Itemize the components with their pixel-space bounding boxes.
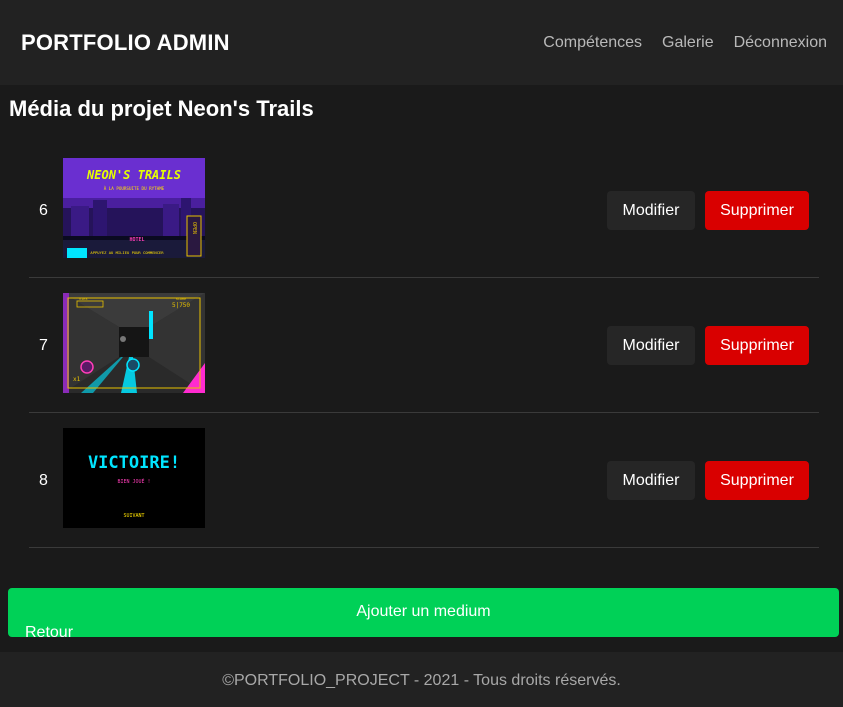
media-thumbnail: VIES SCORE 5|750 x1 — [63, 293, 205, 393]
thumbnail-subtitle: BIEN JOUÉ ! — [117, 477, 150, 485]
edit-button[interactable]: Modifier — [607, 326, 695, 365]
hud-multiplier: x1 — [73, 376, 81, 383]
thumbnail-prompt: APPUYEZ AU MILIEU POUR COMMENCER — [90, 250, 164, 255]
media-thumbnail: VICTOIRE! BIEN JOUÉ ! SUIVANT — [63, 428, 205, 528]
thumbnail-title: VICTOIRE! — [88, 453, 180, 473]
navbar: PORTFOLIO ADMIN Compétences Galerie Déco… — [0, 0, 843, 85]
media-row: 7 VIES SCORE 5|750 x1 Modifier Supprimer — [29, 278, 819, 413]
thumbnail-sign: HOTEL — [129, 237, 144, 243]
media-id: 7 — [39, 337, 48, 354]
hud-score-label: SCORE — [176, 297, 187, 301]
nav-link-competences[interactable]: Compétences — [543, 34, 642, 52]
footer: ©PORTFOLIO_PROJECT - 2021 - Tous droits … — [0, 652, 843, 707]
thumbnail-open-sign: OPEN — [191, 222, 197, 234]
media-id: 8 — [39, 472, 48, 489]
nav-link-galerie[interactable]: Galerie — [662, 34, 714, 52]
back-link[interactable]: Retour — [25, 624, 73, 642]
media-thumbnail: NEON'S TRAILS À LA POURSUITE DU RYTHME H… — [63, 158, 205, 258]
delete-button[interactable]: Supprimer — [705, 326, 809, 365]
page-title: Média du projet Neon's Trails — [9, 96, 314, 121]
media-row: 6 NEON'S TRAILS À LA POURSUITE DU RYTHME… — [29, 143, 819, 278]
hud-lives-label: VIES — [79, 297, 87, 301]
add-medium-button[interactable]: Ajouter un medium — [8, 588, 839, 637]
nav-link-deconnexion[interactable]: Déconnexion — [734, 34, 827, 52]
media-id: 6 — [39, 202, 48, 219]
delete-button[interactable]: Supprimer — [705, 191, 809, 230]
nav-links: Compétences Galerie Déconnexion — [523, 34, 827, 52]
hud-score-value: 5|750 — [172, 302, 190, 309]
edit-button[interactable]: Modifier — [607, 191, 695, 230]
edit-button[interactable]: Modifier — [607, 461, 695, 500]
media-list: 6 NEON'S TRAILS À LA POURSUITE DU RYTHME… — [29, 143, 819, 548]
footer-copyright: ©PORTFOLIO_PROJECT - 2021 - Tous droits … — [222, 672, 621, 689]
thumbnail-next: SUIVANT — [123, 513, 144, 519]
thumbnail-subtitle: À LA POURSUITE DU RYTHME — [104, 186, 165, 191]
brand-link[interactable]: PORTFOLIO ADMIN — [21, 30, 230, 56]
thumbnail-title: NEON'S TRAILS — [86, 168, 181, 182]
media-row: 8 VICTOIRE! BIEN JOUÉ ! SUIVANT Modifier… — [29, 413, 819, 548]
delete-button[interactable]: Supprimer — [705, 461, 809, 500]
